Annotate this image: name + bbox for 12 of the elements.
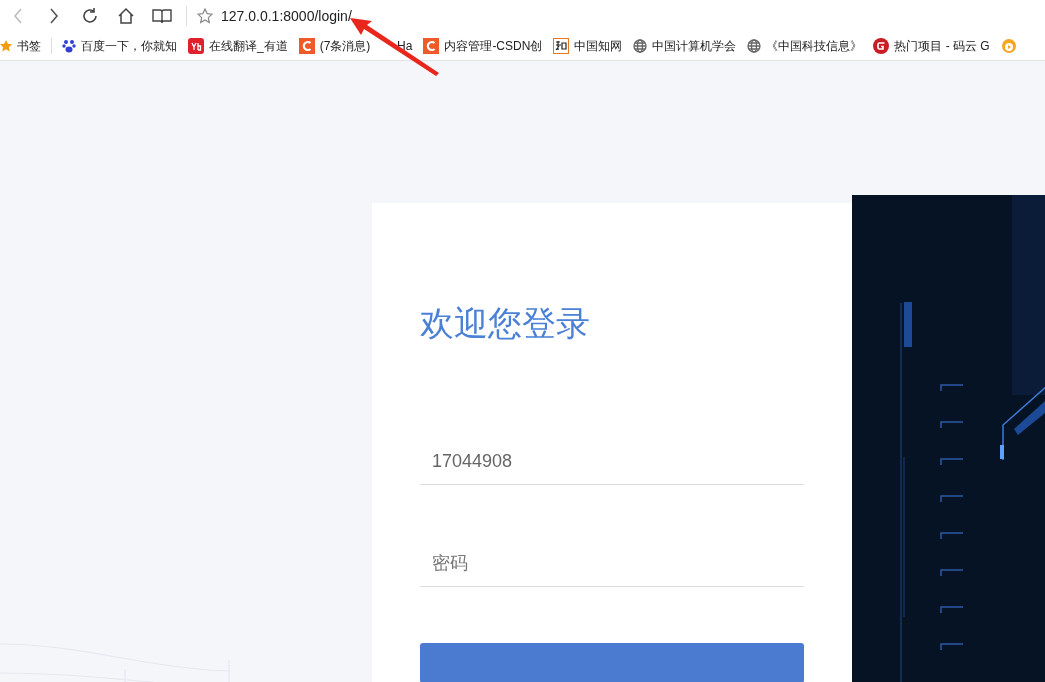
bookmark-item[interactable]: 热门项目 - 码云 G <box>894 37 990 55</box>
password-field[interactable]: 密码 <box>420 541 804 587</box>
bookmark-item[interactable]: 在线翻译_有道 <box>209 37 288 55</box>
bookmark-item[interactable]: 书签 <box>17 37 41 55</box>
address-bar[interactable]: 127.0.0.1:8000/login/ <box>221 8 352 24</box>
bookmark-item[interactable]: 百度一下，你就知 <box>81 37 177 55</box>
bookmark-item[interactable]: 中国知网 <box>574 37 623 55</box>
bookmark-item[interactable]: 《中国科技信息》 <box>766 37 863 55</box>
username-field[interactable]: 17044908 <box>420 439 804 485</box>
bookmark-item[interactable]: 内容管理-CSDN创 <box>444 37 543 55</box>
login-title: 欢迎您登录 <box>420 303 590 344</box>
bookmark-item[interactable]: 中国计算机学会 <box>652 37 737 55</box>
